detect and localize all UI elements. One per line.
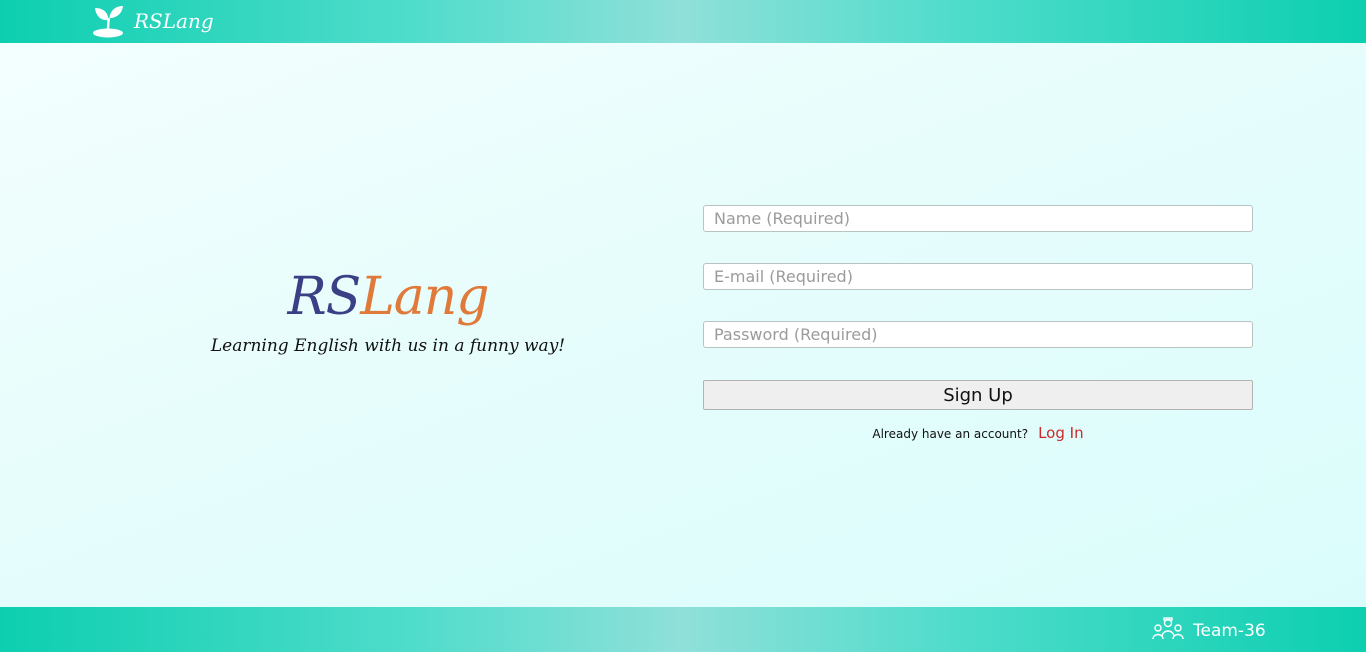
team-label: Team-36	[1193, 621, 1266, 641]
brand-tagline: Learning English with us in a funny way!	[210, 336, 566, 356]
log-in-link[interactable]: Log In	[1038, 424, 1084, 442]
app-header: RSLang	[0, 0, 1366, 43]
header-logo-text: RSLang	[134, 9, 214, 33]
account-prompt: Already have an account?	[872, 427, 1029, 441]
brand-title: RSLang	[200, 262, 576, 332]
app-footer: Team-36	[0, 607, 1366, 652]
password-input[interactable]	[703, 321, 1253, 348]
header-logo-link[interactable]: RSLang	[92, 3, 214, 39]
name-input[interactable]	[703, 205, 1253, 232]
email-input[interactable]	[703, 263, 1253, 290]
brand-section: RSLang Learning English with us in a fun…	[200, 262, 576, 356]
brand-title-lang: Lang	[360, 267, 489, 327]
sprout-icon	[92, 4, 126, 38]
brand-title-rs: RS	[287, 267, 361, 327]
team-link[interactable]: Team-36	[1152, 617, 1266, 645]
login-row: Already have an account? Log In	[703, 424, 1253, 442]
sign-up-button[interactable]: Sign Up	[703, 380, 1253, 410]
team-icon	[1152, 617, 1184, 645]
signup-form: Sign Up Already have an account? Log In	[703, 205, 1253, 442]
